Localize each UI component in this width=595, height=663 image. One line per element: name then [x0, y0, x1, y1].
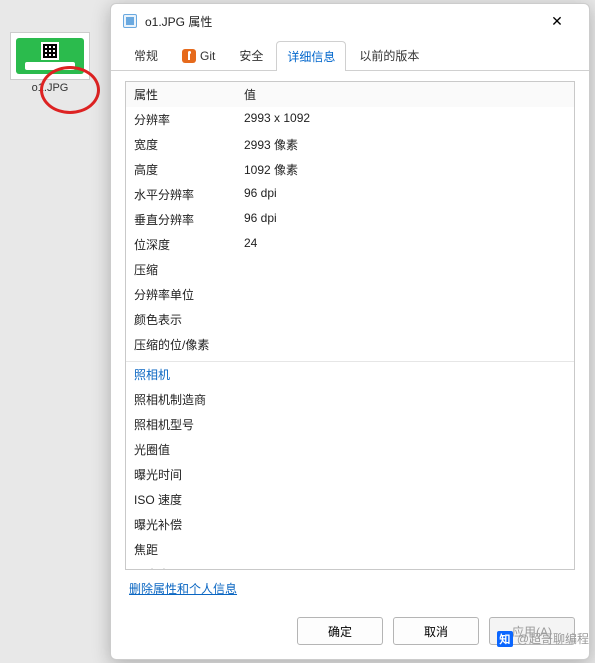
thumbnail-label: o1.JPG — [32, 82, 69, 94]
property-value: 2993 x 1092 — [236, 107, 574, 132]
property-value: 96 dpi — [236, 207, 574, 232]
section-camera-header: 照相机 — [126, 361, 574, 387]
apply-button[interactable]: 应用(A) — [489, 617, 575, 645]
property-key: ISO 速度 — [126, 487, 236, 512]
property-key: 水平分辨率 — [126, 182, 236, 207]
remove-properties-link[interactable]: 删除属性和个人信息 — [129, 582, 237, 596]
tab-security[interactable]: 安全 — [228, 40, 274, 70]
property-row[interactable]: 曝光时间 — [126, 462, 574, 487]
property-key: 分辨率单位 — [126, 282, 236, 307]
property-row[interactable]: 垂直分辨率96 dpi — [126, 207, 574, 232]
titlebar[interactable]: o1.JPG 属性 ✕ — [111, 4, 589, 38]
property-key: 压缩的位/像素 — [126, 332, 236, 357]
close-button[interactable]: ✕ — [537, 7, 577, 35]
property-row[interactable]: 焦距 — [126, 537, 574, 562]
link-row: 删除属性和个人信息 — [125, 570, 575, 601]
file-thumbnail[interactable]: o1.JPG — [10, 32, 90, 94]
property-value: 1092 像素 — [236, 157, 574, 182]
property-value — [236, 537, 574, 562]
tab-previous-versions[interactable]: 以前的版本 — [348, 40, 430, 70]
property-row[interactable]: 光圈值 — [126, 437, 574, 462]
property-key: 垂直分辨率 — [126, 207, 236, 232]
property-row[interactable]: 位深度24 — [126, 232, 574, 257]
property-row[interactable]: 曝光补偿 — [126, 512, 574, 537]
properties-dialog: o1.JPG 属性 ✕ 常规 Git 安全 详细信息 以前的版本 属性 值 分辨… — [110, 3, 590, 660]
property-row[interactable]: 照相机型号 — [126, 412, 574, 437]
property-value — [236, 487, 574, 512]
property-value — [236, 412, 574, 437]
tab-details[interactable]: 详细信息 — [276, 41, 346, 71]
property-row[interactable]: 照相机制造商 — [126, 387, 574, 412]
property-value — [236, 562, 574, 570]
property-row[interactable]: 颜色表示 — [126, 307, 574, 332]
ok-button[interactable]: 确定 — [297, 617, 383, 645]
property-value — [236, 462, 574, 487]
thumbnail-image — [16, 38, 84, 74]
property-key: 颜色表示 — [126, 307, 236, 332]
file-icon — [123, 14, 137, 28]
property-value: 2993 像素 — [236, 132, 574, 157]
property-key: 位深度 — [126, 232, 236, 257]
column-header-value: 值 — [236, 82, 574, 107]
property-value — [236, 437, 574, 462]
property-key: 焦距 — [126, 537, 236, 562]
property-row[interactable]: 压缩的位/像素 — [126, 332, 574, 357]
property-row[interactable]: 水平分辨率96 dpi — [126, 182, 574, 207]
grid-header: 属性 值 — [126, 82, 574, 107]
property-value — [236, 307, 574, 332]
property-value — [236, 512, 574, 537]
tab-general[interactable]: 常规 — [123, 40, 169, 70]
property-key: 压缩 — [126, 257, 236, 282]
property-key: 分辨率 — [126, 107, 236, 132]
property-row[interactable]: ISO 速度 — [126, 487, 574, 512]
property-value: 96 dpi — [236, 182, 574, 207]
property-grid[interactable]: 属性 值 分辨率2993 x 1092宽度2993 像素高度1092 像素水平分… — [125, 81, 575, 570]
tab-git[interactable]: Git — [171, 40, 226, 70]
property-row[interactable]: 宽度2993 像素 — [126, 132, 574, 157]
property-row[interactable]: 分辨率2993 x 1092 — [126, 107, 574, 132]
property-value — [236, 282, 574, 307]
thumbnail-preview — [10, 32, 90, 80]
column-header-key: 属性 — [126, 82, 236, 107]
property-row[interactable]: 压缩 — [126, 257, 574, 282]
window-title: o1.JPG 属性 — [145, 13, 212, 30]
property-key: 曝光时间 — [126, 462, 236, 487]
property-value — [236, 332, 574, 357]
property-key: 曝光补偿 — [126, 512, 236, 537]
details-panel: 属性 值 分辨率2993 x 1092宽度2993 像素高度1092 像素水平分… — [111, 71, 589, 607]
git-icon — [182, 49, 196, 63]
property-key: 最大光圈 — [126, 562, 236, 570]
property-value: 24 — [236, 232, 574, 257]
property-value — [236, 387, 574, 412]
property-key: 宽度 — [126, 132, 236, 157]
property-value — [236, 257, 574, 282]
property-row[interactable]: 高度1092 像素 — [126, 157, 574, 182]
property-key: 光圈值 — [126, 437, 236, 462]
dialog-footer: 确定 取消 应用(A) — [111, 607, 589, 659]
tab-strip: 常规 Git 安全 详细信息 以前的版本 — [111, 38, 589, 71]
cancel-button[interactable]: 取消 — [393, 617, 479, 645]
property-row[interactable]: 分辨率单位 — [126, 282, 574, 307]
property-key: 照相机型号 — [126, 412, 236, 437]
property-key: 高度 — [126, 157, 236, 182]
close-icon: ✕ — [551, 13, 563, 30]
property-key: 照相机制造商 — [126, 387, 236, 412]
property-row[interactable]: 最大光圈 — [126, 562, 574, 570]
